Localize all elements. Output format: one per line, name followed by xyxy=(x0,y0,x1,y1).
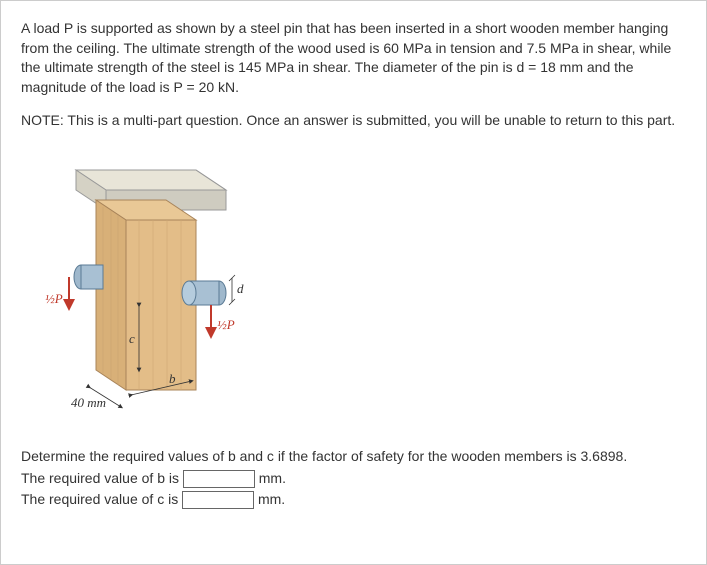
answer-c-pre: The required value of c is xyxy=(21,491,182,507)
load-label-left: ½P xyxy=(45,291,63,306)
problem-note: NOTE: This is a multi-part question. Onc… xyxy=(21,111,686,131)
answer-line-c: The required value of c is mm. xyxy=(21,490,686,510)
question-prompt: Determine the required values of b and c… xyxy=(21,447,686,467)
problem-diagram: ½P ½P d c b 40 mm xyxy=(21,145,251,425)
dim-b-label: b xyxy=(169,371,176,386)
answer-c-input[interactable] xyxy=(182,491,254,509)
answer-b-pre: The required value of b is xyxy=(21,470,183,486)
dim-c-label: c xyxy=(129,331,135,346)
load-label-right: ½P xyxy=(217,317,235,332)
wooden-post xyxy=(96,200,196,390)
problem-paragraph: A load P is supported as shown by a stee… xyxy=(21,20,671,95)
answer-b-post: mm. xyxy=(255,470,286,486)
answer-c-post: mm. xyxy=(254,491,285,507)
note-text: NOTE: This is a multi-part question. Onc… xyxy=(21,112,675,128)
question-section: Determine the required values of b and c… xyxy=(21,447,686,510)
problem-statement: A load P is supported as shown by a stee… xyxy=(21,19,686,97)
answer-line-b: The required value of b is mm. xyxy=(21,469,686,489)
dim-d-label: d xyxy=(237,281,244,296)
width-label: 40 mm xyxy=(71,395,106,410)
answer-b-input[interactable] xyxy=(183,470,255,488)
